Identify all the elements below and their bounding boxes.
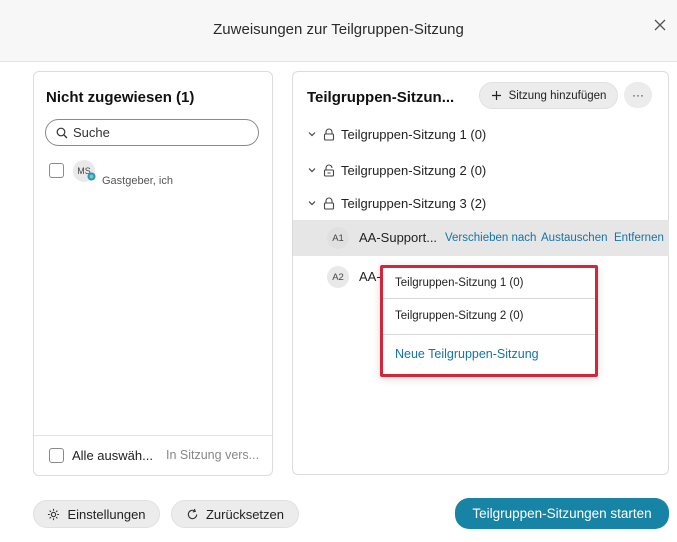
chevron-down-icon[interactable] [307,198,317,208]
session-label: Teilgruppen-Sitzung 1 (0) [341,126,487,142]
move-to-session-link[interactable]: In Sitzung vers... [166,448,259,462]
participant-role: Gastgeber, ich [102,175,173,187]
settings-label: Einstellungen [67,506,146,522]
settings-button[interactable]: Einstellungen [33,500,160,528]
add-session-button[interactable]: Sitzung hinzufügen [479,82,618,109]
gear-icon [48,508,60,520]
avatar-initials: A1 [332,232,344,244]
select-all-checkbox[interactable] [49,448,64,463]
add-session-label: Sitzung hinzufügen [508,89,607,102]
session-label: Teilgruppen-Sitzung 3 (2) [341,195,487,211]
dropdown-item-session-2[interactable]: Teilgruppen-Sitzung 2 (0) [383,299,595,333]
remove-link[interactable]: Entfernen [614,232,664,244]
session-row-1[interactable]: Teilgruppen-Sitzung 1 (0) [307,123,486,145]
select-all-label[interactable]: Alle auswäh... [72,448,153,463]
presence-icon [87,172,96,181]
sessions-title: Teilgruppen-Sitzun... [307,89,455,106]
avatar: MS [73,160,96,182]
unassigned-title: Nicht zugewiesen (1) [46,89,195,106]
reset-icon [187,508,198,519]
plus-icon [491,91,501,100]
chevron-down-icon[interactable] [307,129,317,139]
list-item[interactable]: A1 AA-Support... Verschieben nach Austau… [293,220,669,256]
dialog-header: Zuweisungen zur Teilgruppen-Sitzung [0,0,677,62]
avatar-initials: A2 [332,271,344,283]
reset-button[interactable]: Zurücksetzen [171,500,299,528]
avatar: A2 [327,266,349,288]
session-label: Teilgruppen-Sitzung 2 (0) [341,162,487,178]
unlock-icon[interactable] [323,164,335,177]
exchange-link[interactable]: Austauschen [541,232,608,244]
move-to-link[interactable]: Verschieben nach [445,232,536,244]
chevron-down-icon[interactable] [307,165,317,175]
dropdown-item-session-1[interactable]: Teilgruppen-Sitzung 1 (0) [383,268,595,298]
dialog-title: Zuweisungen zur Teilgruppen-Sitzung [213,21,464,38]
new-session-link[interactable]: Neue Teilgruppen-Sitzung [383,335,595,373]
search-placeholder: Suche [73,125,110,140]
session-row-2[interactable]: Teilgruppen-Sitzung 2 (0) [307,159,486,181]
lock-icon[interactable] [323,197,335,210]
session-row-3[interactable]: Teilgruppen-Sitzung 3 (2) [307,192,486,214]
participant-checkbox[interactable] [49,163,64,178]
avatar: A1 [327,227,349,249]
start-sessions-button[interactable]: Teilgruppen-Sitzungen starten [455,498,669,529]
unassigned-footer: Alle auswäh... In Sitzung vers... [34,435,272,475]
more-options-button[interactable]: ··· [624,82,652,108]
search-icon [56,127,68,138]
more-icon: ··· [632,88,644,102]
close-icon[interactable] [651,16,669,34]
search-input[interactable]: Suche [45,119,259,146]
lock-icon[interactable] [323,128,335,141]
move-to-dropdown: Teilgruppen-Sitzung 1 (0) Teilgruppen-Si… [380,265,598,377]
participant-name: AA- [359,269,381,284]
participant-name: AA-Support... [359,230,438,245]
unassigned-panel: Nicht zugewiesen (1) Suche MS Gastgeber,… [33,71,273,476]
breakout-assignment-dialog: Zuweisungen zur Teilgruppen-Sitzung Nich… [0,0,677,542]
reset-label: Zurücksetzen [205,506,285,522]
